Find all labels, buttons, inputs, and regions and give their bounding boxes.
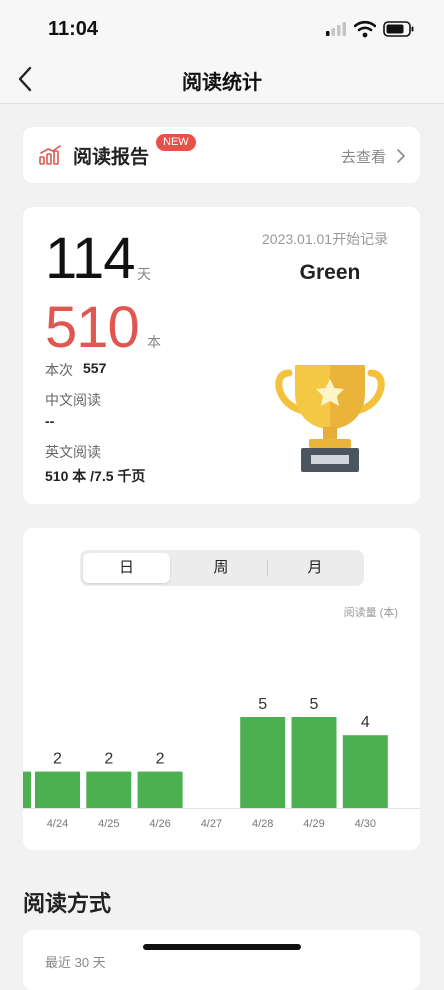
chart-bar-value-label: 4 <box>361 714 370 731</box>
chinese-reading-value: -- <box>45 413 55 429</box>
chart-x-tick-label: 4/26 <box>149 818 170 830</box>
books-read-unit: 本 <box>147 334 161 350</box>
reading-method-subtitle: 最近 30 天 <box>45 955 106 970</box>
cellular-signal-icon <box>326 22 346 36</box>
reading-report-row[interactable]: 阅读报告 NEW 去查看 <box>23 127 420 183</box>
chart-bar <box>342 735 388 808</box>
reading-bar-chart: 2 4/24 2 4/25 2 4/26 4/27 5 4/28 5 4/29 4 4/30 <box>23 696 420 830</box>
books-read-value: 510 <box>45 295 140 360</box>
view-report-link[interactable]: 去查看 <box>341 146 386 167</box>
trophy-icon <box>275 365 385 472</box>
english-reading-value: 510 本 /7.5 千页 <box>45 468 146 484</box>
chinese-reading-label: 中文阅读 <box>45 392 101 408</box>
back-chevron-icon[interactable] <box>12 64 42 94</box>
reading-chart-card: 日 周 月 阅读量 (本) 2 4/24 2 4/25 2 4/26 4/27 5 4/28 5 4… <box>23 528 420 850</box>
battery-icon <box>383 21 414 37</box>
user-name: Green <box>299 261 361 284</box>
chart-bar-value-label: 2 <box>156 751 165 768</box>
chart-bar-value-label: 2 <box>53 751 62 768</box>
chart-bar-value-label: 2 <box>104 751 113 768</box>
session-label: 本次 <box>45 362 73 378</box>
reading-report-title: 阅读报告 <box>73 147 150 168</box>
reading-days-value: 114 <box>45 226 135 291</box>
reading-days-unit: 天 <box>137 266 151 282</box>
chart-bar <box>291 717 337 808</box>
stats-card: 114 天 510 本 2023.01.01开始记录 Green 本次 557 … <box>23 207 420 504</box>
home-indicator <box>143 944 301 950</box>
new-badge: NEW <box>156 134 196 151</box>
navigation-bar: 阅读统计 <box>0 56 444 104</box>
chevron-right-icon <box>397 149 405 163</box>
chart-x-tick-label: 4/28 <box>252 818 273 830</box>
reading-method-card: 最近 30 天 <box>23 930 420 990</box>
status-time: 11:04 <box>48 18 99 40</box>
wifi-icon <box>354 20 376 38</box>
chart-x-tick-label: 4/25 <box>98 818 119 830</box>
chart-x-tick-label: 4/27 <box>201 818 222 830</box>
chart-bar <box>137 771 183 808</box>
chart-bar-partial <box>23 771 31 808</box>
session-value: 557 <box>83 360 107 376</box>
chart-bar-value-label: 5 <box>258 696 267 713</box>
chart-x-tick-label: 4/24 <box>47 818 68 830</box>
chart-bar <box>35 771 80 808</box>
chart-x-tick-label: 4/30 <box>355 818 376 830</box>
start-date: 2023.01.01开始记录 <box>262 231 389 247</box>
english-reading-label: 英文阅读 <box>45 444 101 460</box>
chart-bar-value-label: 5 <box>310 696 319 713</box>
page-title: 阅读统计 <box>182 72 262 94</box>
reading-method-title: 阅读方式 <box>23 891 112 916</box>
chart-x-tick-label: 4/29 <box>303 818 324 830</box>
bar-chart-icon <box>39 145 61 165</box>
chart-bar <box>86 771 132 808</box>
status-bar: 11:04 <box>0 0 444 56</box>
chart-bar <box>240 717 286 808</box>
